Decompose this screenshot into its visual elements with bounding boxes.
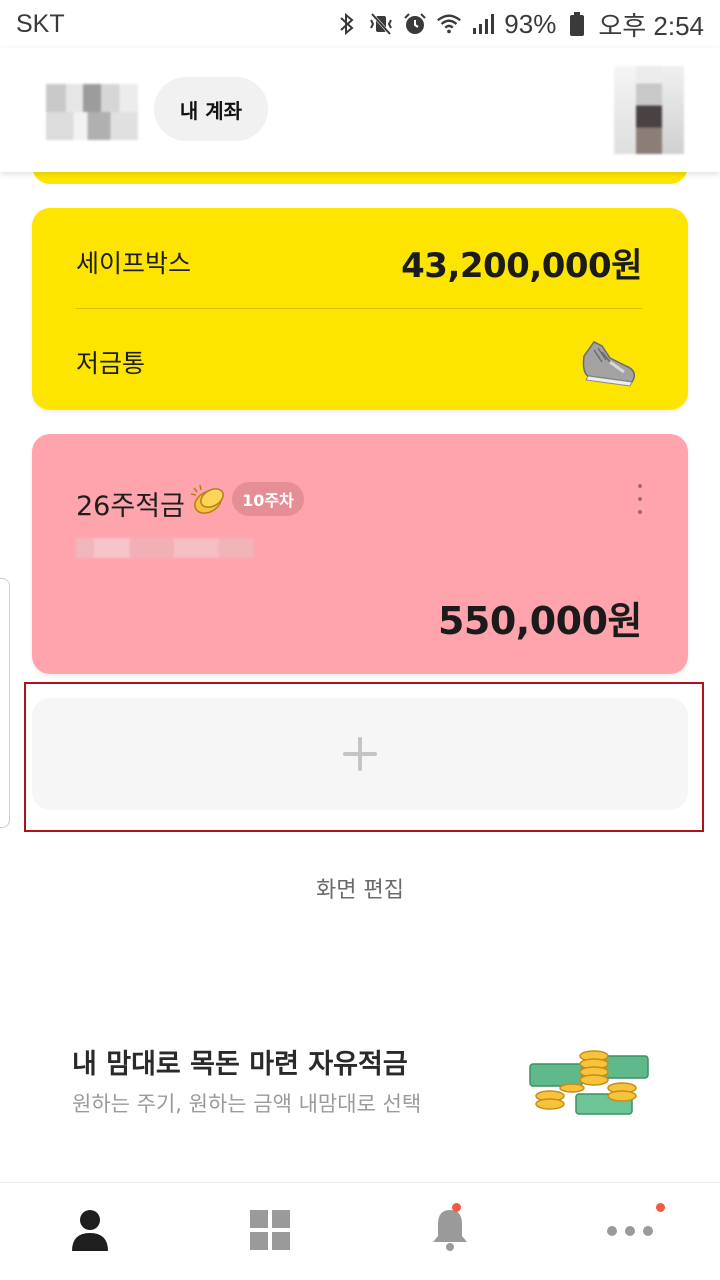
status-bar: SKT 93% 오후 2:54 bbox=[0, 0, 720, 48]
bluetooth-icon bbox=[334, 11, 360, 37]
more-notification-dot bbox=[656, 1203, 665, 1212]
nav-products[interactable] bbox=[180, 1183, 360, 1280]
person-icon bbox=[70, 1209, 110, 1255]
account-number-blurred bbox=[76, 538, 254, 558]
account-name-blurred[interactable] bbox=[46, 84, 138, 140]
sneaker-icon[interactable] bbox=[580, 332, 638, 388]
plus-icon bbox=[343, 737, 377, 771]
clapping-hands-icon bbox=[188, 482, 226, 516]
more-icon bbox=[606, 1222, 654, 1241]
divider bbox=[76, 308, 642, 309]
nav-more[interactable] bbox=[540, 1183, 720, 1280]
clock: 오후 2:54 bbox=[598, 10, 704, 41]
nav-notifications[interactable] bbox=[360, 1183, 540, 1280]
money-stack-icon bbox=[528, 1048, 652, 1122]
promo-title[interactable]: 내 맘대로 목돈 마련 자유적금 bbox=[72, 1042, 408, 1081]
alarm-icon bbox=[402, 11, 428, 37]
piggy-bank-label[interactable]: 저금통 bbox=[76, 344, 145, 380]
safebox-amount: 43,200,000원 bbox=[401, 246, 642, 286]
safebox-label: 세이프박스 bbox=[76, 249, 192, 278]
app-header: 내 계좌 bbox=[0, 48, 720, 172]
notification-dot bbox=[452, 1203, 461, 1212]
vibrate-mute-icon bbox=[368, 11, 394, 37]
week-badge: 10주차 bbox=[232, 482, 304, 516]
bottom-navigation bbox=[0, 1182, 720, 1280]
edit-screen-link[interactable]: 화면 편집 bbox=[0, 872, 720, 904]
app-screen: SKT 93% 오후 2:54 내 계좌 세이프박스 43,200,000원 저… bbox=[0, 0, 720, 1280]
status-icons: 93% 오후 2:54 bbox=[334, 6, 704, 43]
safebox-card[interactable]: 세이프박스 43,200,000원 저금통 bbox=[32, 208, 688, 410]
battery-icon bbox=[564, 11, 590, 37]
more-options-icon[interactable] bbox=[632, 484, 648, 514]
savings-26-week-card[interactable]: 26주적금 10주차 550,000원 bbox=[32, 434, 688, 674]
add-account-button[interactable] bbox=[32, 698, 688, 810]
wifi-icon bbox=[436, 11, 462, 37]
grid-icon bbox=[250, 1209, 290, 1254]
carrier-label: SKT bbox=[16, 9, 65, 38]
signal-icon bbox=[470, 11, 496, 37]
battery-percent: 93% bbox=[504, 8, 557, 39]
savings-amount: 550,000원 bbox=[437, 599, 643, 643]
side-panel-handle[interactable] bbox=[0, 578, 10, 828]
bell-icon bbox=[431, 1208, 469, 1256]
promo-subtitle: 원하는 주기, 원하는 금액 내맘대로 선택 bbox=[72, 1092, 422, 1116]
savings-title: 26주적금 bbox=[76, 491, 185, 522]
nav-my-accounts[interactable] bbox=[0, 1183, 180, 1280]
my-account-button[interactable]: 내 계좌 bbox=[154, 77, 268, 141]
profile-avatar[interactable] bbox=[614, 66, 684, 154]
